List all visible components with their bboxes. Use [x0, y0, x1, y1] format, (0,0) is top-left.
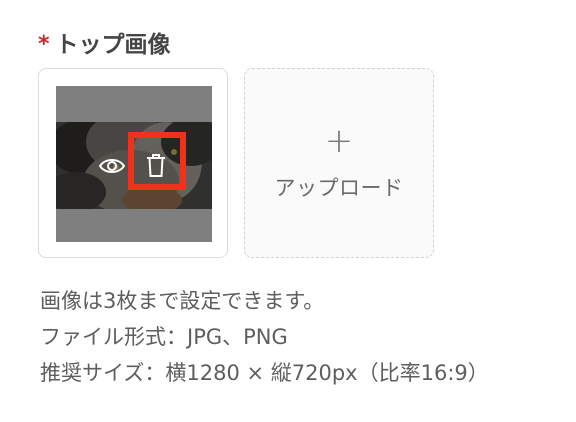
- note-file-format: ファイル形式：JPG、PNG: [40, 325, 288, 349]
- field-label-text: トップ画像: [55, 32, 171, 58]
- upload-button[interactable]: + アップロード: [244, 68, 434, 258]
- note-max-images: 画像は3枚まで設定できます。: [40, 289, 325, 313]
- preview-button[interactable]: [97, 151, 127, 181]
- note-recommended-size: 推奨サイズ：横1280 × 縦720px（比率16:9）: [40, 361, 489, 385]
- field-label: * トップ画像: [38, 26, 171, 59]
- upload-notes: 画像は3枚まで設定できます。 ファイル形式：JPG、PNG 推奨サイズ：横128…: [40, 283, 489, 391]
- plus-icon: +: [324, 121, 354, 161]
- delete-highlight-box: [128, 132, 186, 190]
- upload-label: アップロード: [274, 176, 404, 200]
- required-mark: *: [38, 31, 50, 57]
- eye-icon: [98, 158, 126, 173]
